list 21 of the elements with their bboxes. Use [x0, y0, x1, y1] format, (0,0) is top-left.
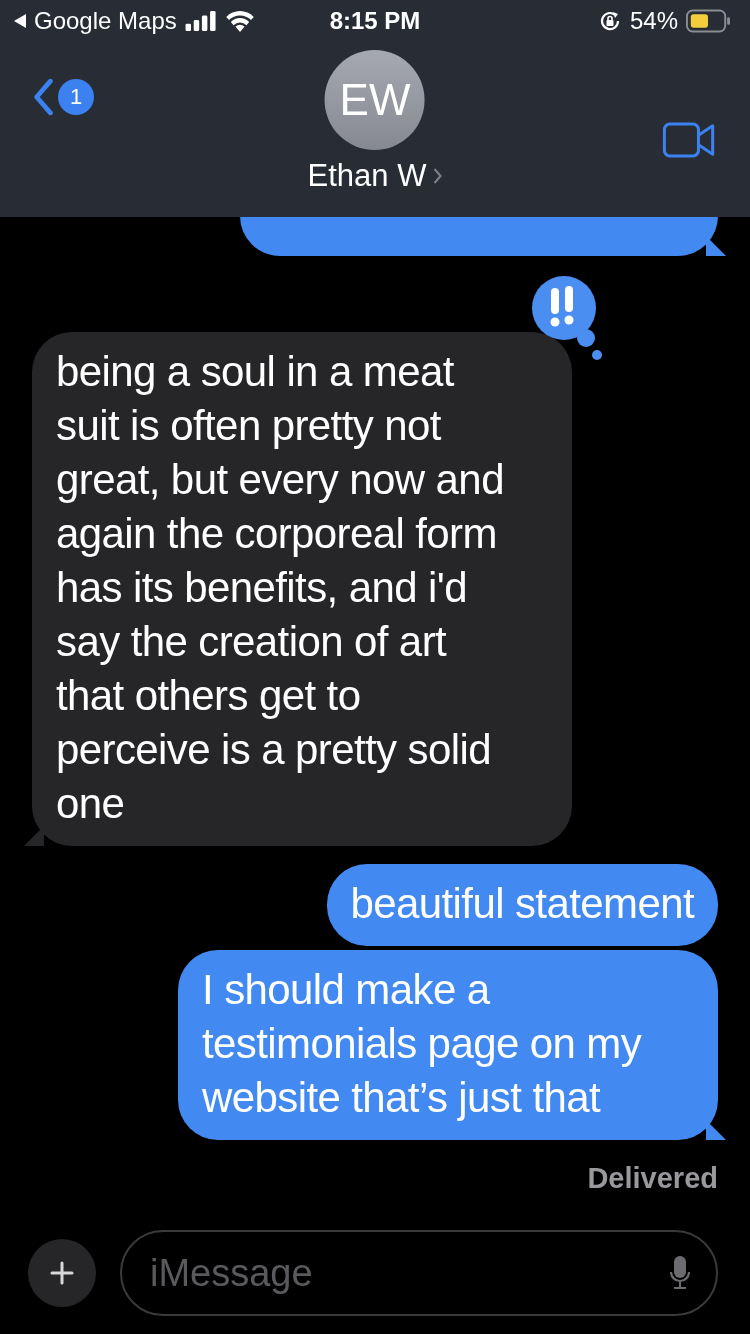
plus-icon [50, 1261, 74, 1285]
chevron-right-icon[interactable] [432, 167, 443, 185]
battery-percentage: 54% [629, 7, 678, 35]
signal-icon [184, 11, 217, 31]
message-bubble: beautiful statement [326, 864, 718, 946]
video-camera-icon[interactable] [662, 122, 716, 158]
unread-count-badge: 1 [58, 79, 94, 115]
contact-name[interactable]: Ethan W [307, 158, 427, 194]
clock-time: 8:15 PM [329, 7, 421, 35]
message-field[interactable]: iMessage [120, 1230, 718, 1316]
message-bubble: being a soul in a meat suit is often pretty not great, but every now and again the corporeal form has its benefits, and i'd say the creation of art that others get to perceive is a pretty solid one [32, 332, 572, 846]
battery-icon [686, 9, 730, 33]
back-button[interactable]: 1 [32, 78, 94, 116]
back-chevron-icon [32, 78, 54, 116]
back-arrow-icon[interactable] [14, 14, 26, 28]
microphone-icon[interactable] [670, 1256, 690, 1290]
message-bubble: I should make a testimonials page on my website that’s just that [178, 950, 718, 1140]
back-app-label[interactable]: Google Maps [34, 7, 177, 35]
delivered-status: Delivered [587, 1162, 718, 1195]
message-input[interactable]: iMessage [148, 1250, 670, 1296]
wifi-icon [224, 10, 255, 32]
